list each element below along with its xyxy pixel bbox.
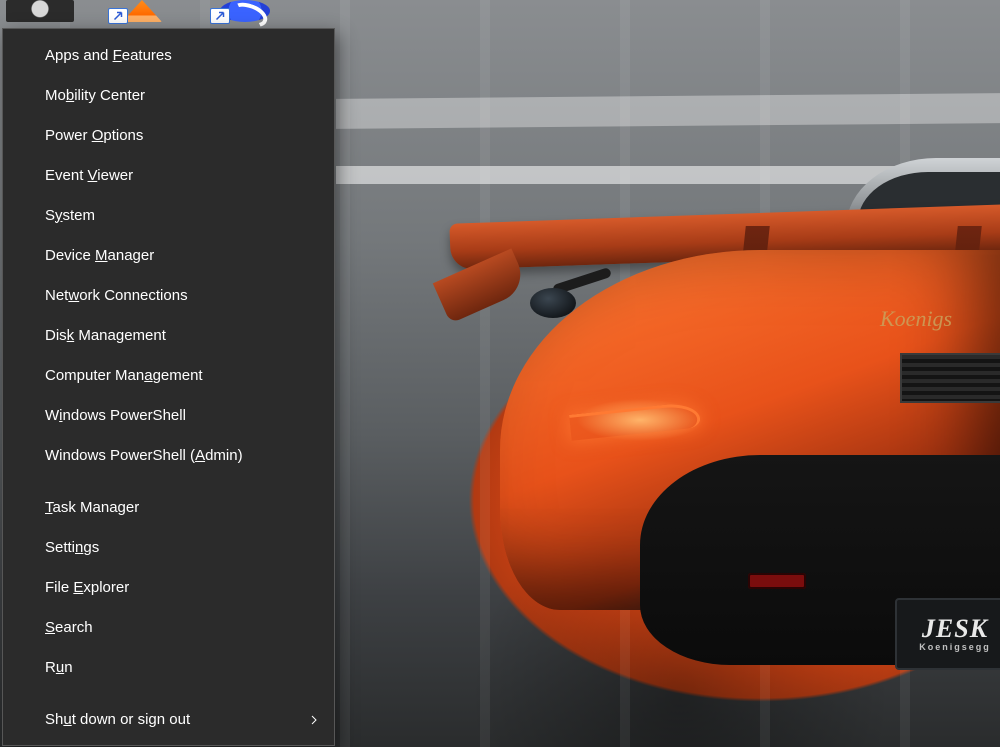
shortcut-arrow-icon xyxy=(108,8,128,24)
menu-item-label: Settings xyxy=(45,539,99,556)
menu-item-label: Task Manager xyxy=(45,499,139,516)
wallpaper-decor xyxy=(530,288,576,318)
menu-item-mobility-center[interactable]: Mobility Center xyxy=(3,75,334,115)
chevron-right-icon xyxy=(308,713,320,725)
vlc-cone-icon xyxy=(122,0,162,22)
menu-item-label: Power Options xyxy=(45,127,143,144)
wallpaper-decor xyxy=(336,93,1000,129)
menu-item-event-viewer[interactable]: Event Viewer xyxy=(3,155,334,195)
menu-item-label: Event Viewer xyxy=(45,167,133,184)
menu-item-windows-powershell[interactable]: Windows PowerShell xyxy=(3,395,334,435)
menu-item-label: Network Connections xyxy=(45,287,188,304)
menu-item-label: System xyxy=(45,207,95,224)
menu-item-network-connections[interactable]: Network Connections xyxy=(3,275,334,315)
desktop-icons-row xyxy=(6,0,278,24)
winx-context-menu[interactable]: Apps and Features Mobility Center Power Op… xyxy=(2,28,335,746)
menu-item-label: Mobility Center xyxy=(45,87,145,104)
menu-item-label: Run xyxy=(45,659,73,676)
menu-item-search[interactable]: Search xyxy=(3,607,334,647)
wallpaper-decor xyxy=(748,573,806,589)
menu-item-device-manager[interactable]: Device Manager xyxy=(3,235,334,275)
menu-item-apps-and-features[interactable]: Apps and Features xyxy=(3,35,334,75)
menu-item-system[interactable]: System xyxy=(3,195,334,235)
wallpaper-plate-main: JESK xyxy=(922,616,988,642)
desktop-icon-vlc[interactable] xyxy=(108,0,176,24)
menu-item-windows-powershell-admin[interactable]: Windows PowerShell (Admin) xyxy=(3,435,334,475)
menu-item-label: Computer Management xyxy=(45,367,203,384)
menu-item-label: Device Manager xyxy=(45,247,154,264)
wallpaper-plate: JESK Koenigsegg xyxy=(895,598,1000,670)
menu-item-label: Apps and Features xyxy=(45,47,172,64)
menu-item-computer-management[interactable]: Computer Management xyxy=(3,355,334,395)
menu-item-task-manager[interactable]: Task Manager xyxy=(3,487,334,527)
menu-item-label: Search xyxy=(45,619,93,636)
menu-item-label: Shut down or sign out xyxy=(45,711,190,728)
menu-item-label: Windows PowerShell (Admin) xyxy=(45,447,243,464)
menu-item-label: Disk Management xyxy=(45,327,166,344)
desktop-icon-image[interactable] xyxy=(6,0,74,24)
wallpaper-brand-text: Koenigs xyxy=(880,306,952,332)
wallpaper-decor xyxy=(900,353,1000,403)
menu-item-settings[interactable]: Settings xyxy=(3,527,334,567)
menu-item-label: File Explorer xyxy=(45,579,129,596)
shortcut-arrow-icon xyxy=(210,8,230,24)
menu-item-shut-down-or-sign-out[interactable]: Shut down or sign out xyxy=(3,699,334,739)
wallpaper-plate-sub: Koenigsegg xyxy=(919,642,991,652)
menu-item-file-explorer[interactable]: File Explorer xyxy=(3,567,334,607)
menu-item-run[interactable]: Run xyxy=(3,647,334,687)
desktop-icon-sync[interactable] xyxy=(210,0,278,24)
menu-item-label: Windows PowerShell xyxy=(45,407,186,424)
menu-item-disk-management[interactable]: Disk Management xyxy=(3,315,334,355)
image-thumb-icon xyxy=(6,0,74,22)
menu-item-power-options[interactable]: Power Options xyxy=(3,115,334,155)
